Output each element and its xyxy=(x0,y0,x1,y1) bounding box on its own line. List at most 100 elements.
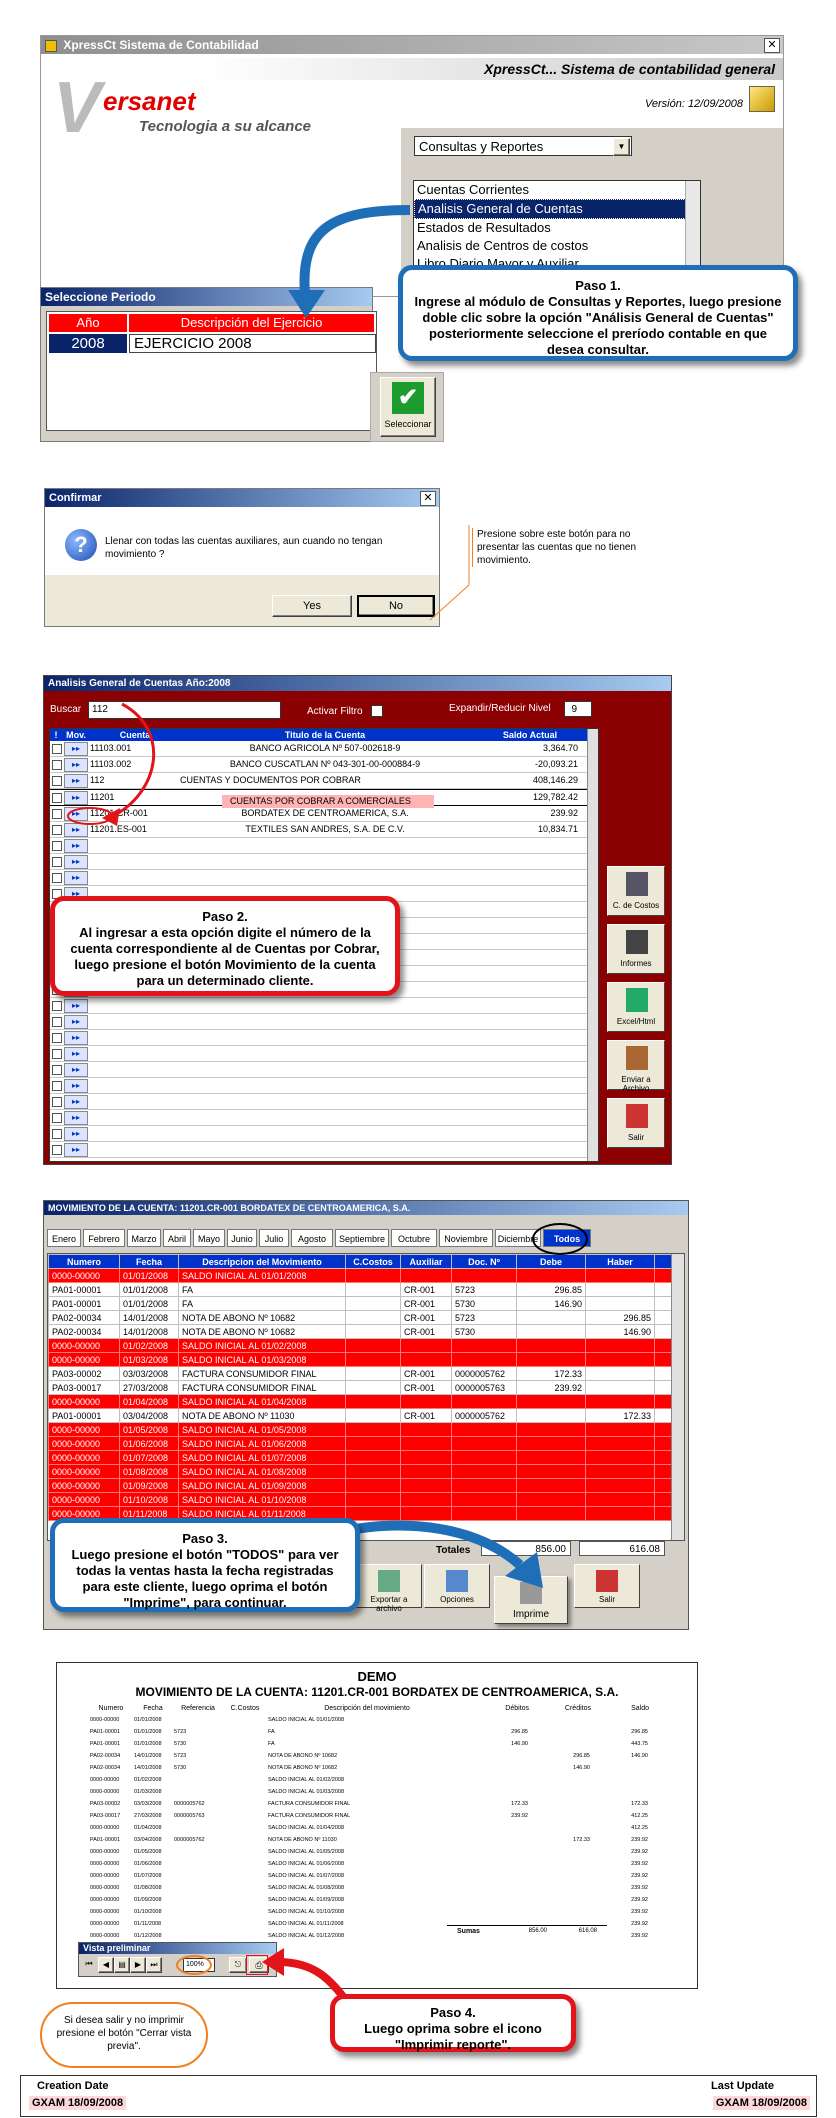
movement-row[interactable]: 0000-00000 01/01/2008 SALDO INICIAL AL 01/… xyxy=(48,1268,684,1283)
prev-page-button[interactable]: ◀ xyxy=(98,1957,114,1973)
close-icon[interactable]: ✕ xyxy=(420,491,436,506)
account-row[interactable]: ▸▸ xyxy=(50,1110,590,1126)
account-row[interactable]: ▸▸ xyxy=(50,870,590,886)
account-row[interactable]: ▸▸ xyxy=(50,1126,590,1142)
report-list-item[interactable]: Estados de Resultados xyxy=(414,219,686,237)
page-icon[interactable]: ▤ xyxy=(114,1957,130,1973)
account-row[interactable]: ▸▸ xyxy=(50,998,590,1014)
first-page-button[interactable]: ⏮ xyxy=(82,1957,96,1971)
row-checkbox[interactable] xyxy=(52,1001,62,1011)
account-row[interactable]: ▸▸ xyxy=(50,1142,590,1158)
ejercicio-cell[interactable]: EJERCICIO 2008 xyxy=(129,334,376,353)
movement-row[interactable]: PA01-0000101/01/2008FACR-0015730146.9044… xyxy=(48,1296,684,1311)
month-tab-mayo[interactable]: Mayo xyxy=(193,1229,225,1247)
activar-filtro-checkbox[interactable] xyxy=(371,705,383,717)
movement-row[interactable]: 0000-00000 01/02/2008 SALDO INICIAL AL 01/… xyxy=(48,1338,684,1353)
movement-button[interactable]: ▸▸ xyxy=(64,871,88,885)
account-row[interactable]: ▸▸ xyxy=(50,1014,590,1030)
report-list-item[interactable]: Analisis General de Cuentas xyxy=(414,199,686,219)
side-button-2[interactable]: Excel/Html xyxy=(607,982,665,1032)
row-checkbox[interactable] xyxy=(52,857,62,867)
nivel-spinner[interactable]: 9 xyxy=(564,701,592,717)
movement-button[interactable]: ▸▸ xyxy=(64,1047,88,1061)
movement-row[interactable]: PA01-00001 03/04/2008 NOTA DE ABONO Nº 110… xyxy=(48,1408,684,1423)
grid-scrollbar[interactable] xyxy=(587,729,598,1161)
movement-row[interactable]: PA03-00002 03/03/2008 FACTURA CONSUMIDOR F… xyxy=(48,1366,684,1381)
mov-button-4[interactable]: Salir xyxy=(574,1564,640,1608)
chevron-down-icon[interactable]: ▼ xyxy=(613,138,630,156)
movement-row[interactable]: PA02-00034 14/01/2008 NOTA DE ABONO Nº 106… xyxy=(48,1324,684,1339)
movement-row[interactable]: PA01-0000101/01/2008FACR-0015723296.8529… xyxy=(48,1282,684,1297)
report-cell: PA03-00017 xyxy=(90,1813,121,1819)
movement-scrollbar[interactable] xyxy=(671,1254,684,1540)
month-tab-febrero[interactable]: Febrero xyxy=(83,1229,125,1247)
close-icon[interactable]: ✕ xyxy=(764,38,780,53)
last-page-button[interactable]: ⏭ xyxy=(146,1957,162,1973)
movement-row[interactable]: 0000-00000 01/05/2008 SALDO INICIAL AL 01/… xyxy=(48,1422,684,1437)
row-checkbox[interactable] xyxy=(52,1081,62,1091)
month-tab-octubre[interactable]: Octubre xyxy=(391,1229,437,1247)
month-tab-noviembre[interactable]: Noviembre xyxy=(439,1229,493,1247)
movement-row[interactable]: 0000-00000 01/08/2008 SALDO INICIAL AL 01/… xyxy=(48,1464,684,1479)
movement-row[interactable]: PA03-00017 27/03/2008 FACTURA CONSUMIDOR F… xyxy=(48,1380,684,1395)
row-checkbox[interactable] xyxy=(52,841,62,851)
movement-button[interactable]: ▸▸ xyxy=(64,1127,88,1141)
settings-icon[interactable] xyxy=(749,86,775,112)
movement-button[interactable]: ▸▸ xyxy=(64,839,88,853)
account-row[interactable]: ▸▸ xyxy=(50,838,590,854)
month-tab-marzo[interactable]: Marzo xyxy=(127,1229,161,1247)
movement-button[interactable]: ▸▸ xyxy=(64,1095,88,1109)
movement-button[interactable]: ▸▸ xyxy=(64,999,88,1013)
movement-row[interactable]: 0000-00000 01/06/2008 SALDO INICIAL AL 01/… xyxy=(48,1436,684,1451)
movement-button[interactable]: ▸▸ xyxy=(64,1079,88,1093)
row-checkbox[interactable] xyxy=(52,1129,62,1139)
account-row[interactable]: ▸▸ xyxy=(50,1094,590,1110)
row-checkbox[interactable] xyxy=(52,1017,62,1027)
movement-button[interactable]: ▸▸ xyxy=(64,855,88,869)
movement-row[interactable]: PA02-00034 14/01/2008 NOTA DE ABONO Nº 106… xyxy=(48,1310,684,1325)
side-button-1[interactable]: Informes xyxy=(607,924,665,974)
row-checkbox[interactable] xyxy=(52,873,62,883)
close-preview-button[interactable]: ⎋ xyxy=(229,1957,247,1973)
account-row[interactable]: ▸▸ xyxy=(50,1062,590,1078)
report-cell: 146.90 xyxy=(631,1753,648,1759)
next-page-button[interactable]: ▶ xyxy=(130,1957,146,1973)
seleccionar-button-2[interactable]: ✔ Seleccionar xyxy=(380,377,436,437)
movement-button[interactable]: ▸▸ xyxy=(64,1063,88,1077)
row-checkbox[interactable] xyxy=(52,1113,62,1123)
movement-row[interactable]: 0000-00000 01/07/2008 SALDO INICIAL AL 01/… xyxy=(48,1450,684,1465)
row-checkbox[interactable] xyxy=(52,1097,62,1107)
row-checkbox[interactable] xyxy=(52,1065,62,1075)
side-button-4[interactable]: Salir xyxy=(607,1098,665,1148)
month-tab-abril[interactable]: Abril xyxy=(163,1229,191,1247)
month-tab-julio[interactable]: Julio xyxy=(259,1229,289,1247)
movement-row[interactable]: 0000-00000 01/03/2008 SALDO INICIAL AL 01/… xyxy=(48,1352,684,1367)
account-row[interactable]: ▸▸ xyxy=(50,1030,590,1046)
yes-button[interactable]: Yes xyxy=(272,595,352,617)
side-button-3[interactable]: Enviar a Archivo xyxy=(607,1040,665,1093)
movement-button[interactable]: ▸▸ xyxy=(64,1111,88,1125)
module-dropdown[interactable]: Consultas y Reportes ▼ xyxy=(414,136,632,156)
month-tab-agosto[interactable]: Agosto xyxy=(291,1229,333,1247)
row-checkbox[interactable] xyxy=(52,1145,62,1155)
movement-row[interactable]: 0000-00000 01/09/2008 SALDO INICIAL AL 01/… xyxy=(48,1478,684,1493)
side-button-label: Informes xyxy=(620,959,652,968)
report-list-item[interactable]: Cuentas Corrientes xyxy=(414,181,686,199)
account-row[interactable]: ▸▸ xyxy=(50,854,590,870)
year-cell[interactable]: 2008 xyxy=(49,334,127,353)
no-button[interactable]: No xyxy=(357,595,435,617)
month-tab-septiembre[interactable]: Septiembre xyxy=(335,1229,389,1247)
movement-button[interactable]: ▸▸ xyxy=(64,1031,88,1045)
month-tab-enero[interactable]: Enero xyxy=(47,1229,81,1247)
movement-row[interactable]: 0000-00000 01/10/2008 SALDO INICIAL AL 01/… xyxy=(48,1492,684,1507)
row-checkbox[interactable] xyxy=(52,1049,62,1059)
movement-button[interactable]: ▸▸ xyxy=(64,1143,88,1157)
report-list-item[interactable]: Analisis de Centros de costos xyxy=(414,237,686,255)
row-checkbox[interactable] xyxy=(52,1033,62,1043)
account-row[interactable]: ▸▸ xyxy=(50,1046,590,1062)
account-row[interactable]: ▸▸ xyxy=(50,1078,590,1094)
side-button-0[interactable]: C. de Costos xyxy=(607,866,665,916)
movement-button[interactable]: ▸▸ xyxy=(64,1015,88,1029)
movement-row[interactable]: 0000-00000 01/04/2008 SALDO INICIAL AL 01/… xyxy=(48,1394,684,1409)
month-tab-junio[interactable]: Junio xyxy=(227,1229,257,1247)
